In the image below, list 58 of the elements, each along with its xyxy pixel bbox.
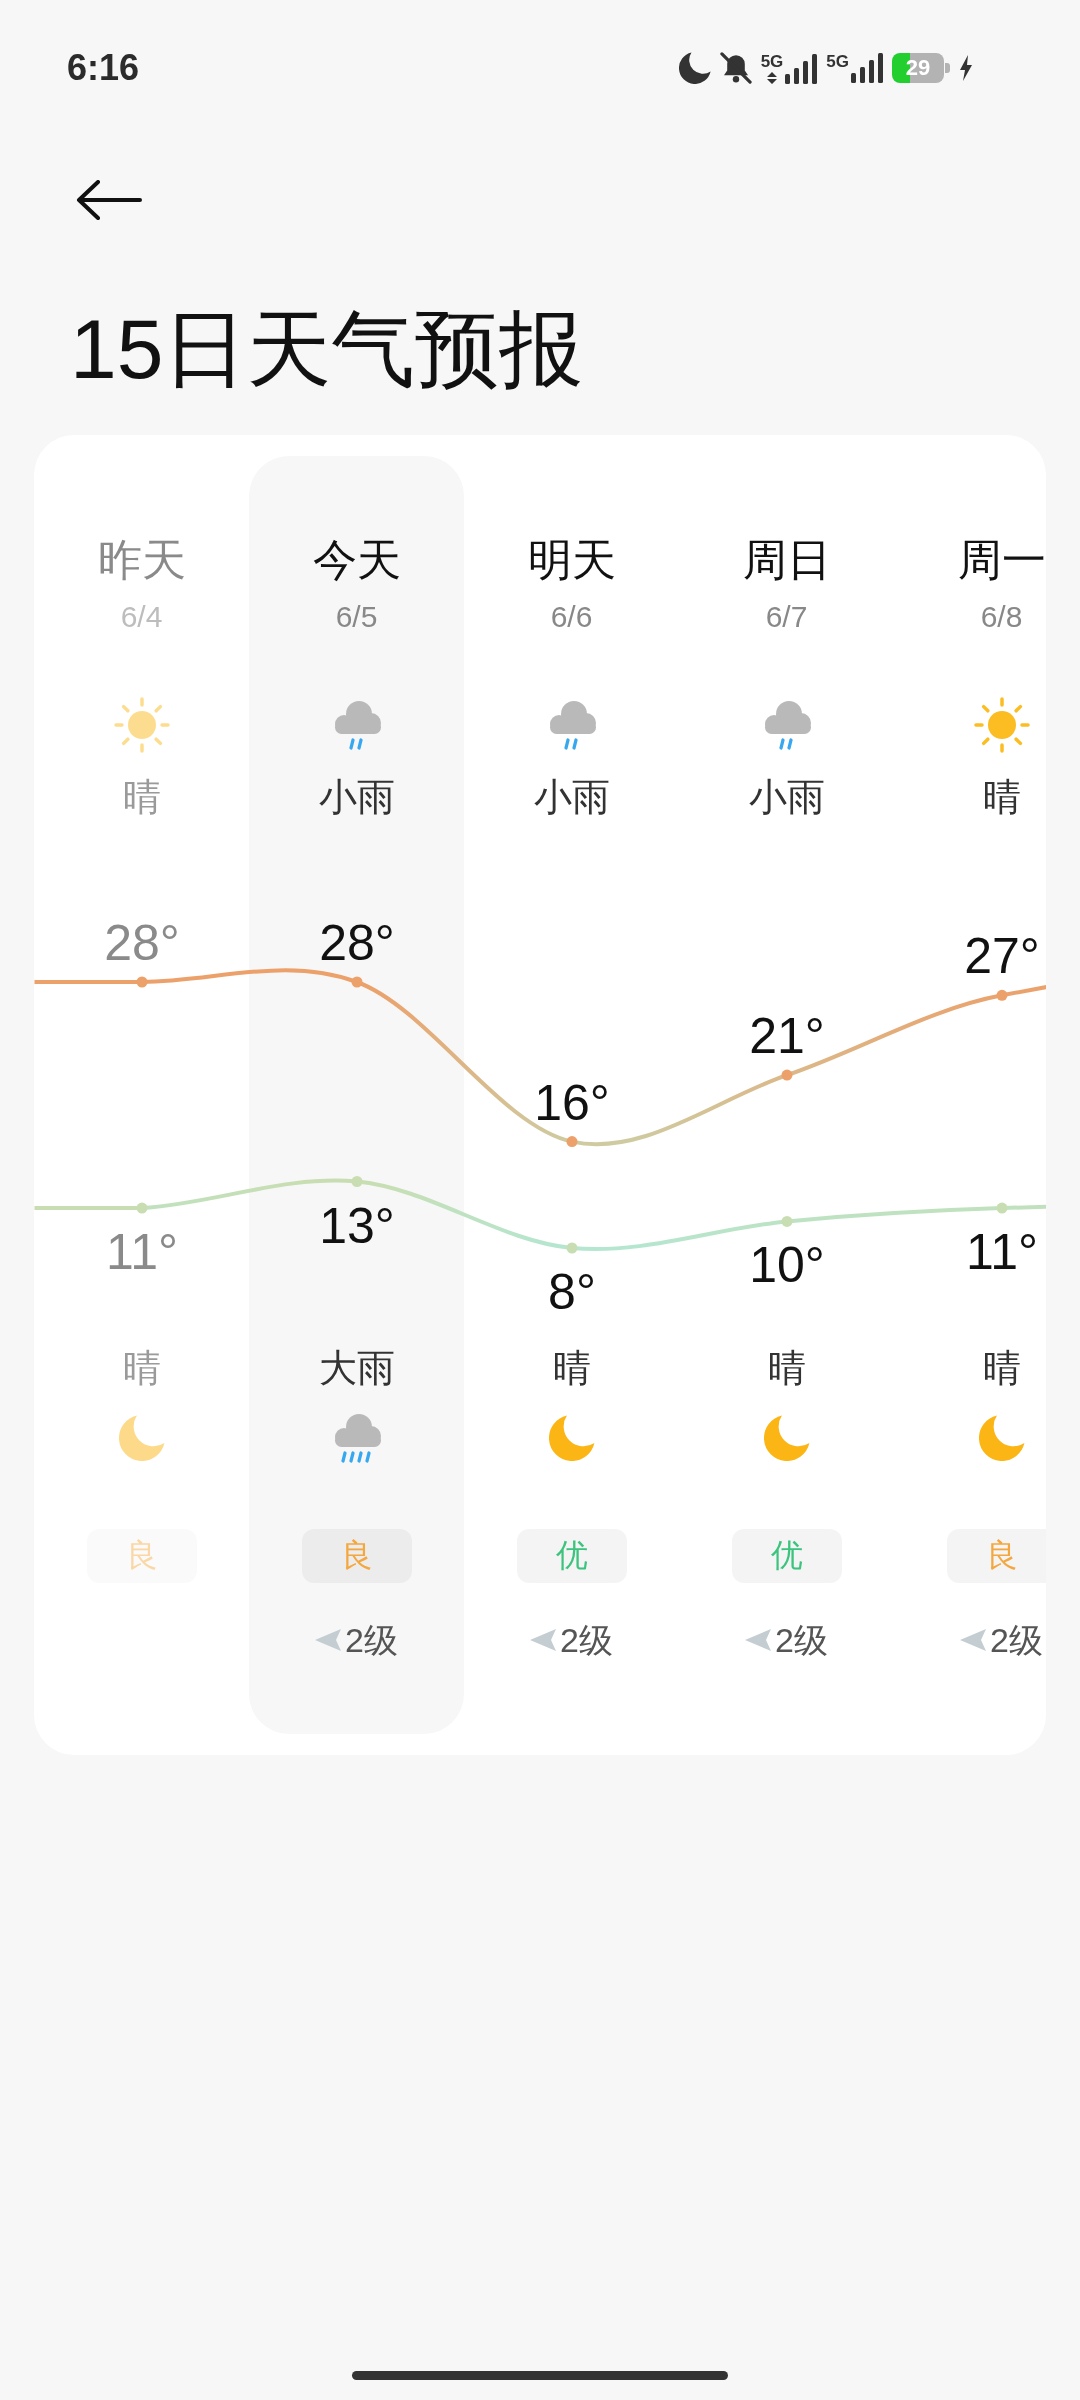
low-temperature-label: 11° (105, 1224, 178, 1281)
high-temperature-label: 21° (748, 1008, 825, 1065)
signal-bars-icon (785, 53, 818, 84)
moon-icon (978, 1415, 1025, 1461)
daytime-weather-text: 小雨 (533, 775, 610, 820)
day-name[interactable]: 周一 (957, 532, 1046, 588)
wind-direction-icon (530, 1629, 557, 1651)
day-date: 6/6 (550, 599, 593, 635)
wind-level: 2级 (345, 1620, 398, 1661)
day-name[interactable]: 明天 (527, 532, 616, 588)
day-date: 6/4 (120, 599, 163, 635)
high-temperature-label: 27° (963, 928, 1040, 985)
night-weather-text: 晴 (767, 1346, 806, 1391)
signal-bars-icon (851, 53, 883, 83)
wind-level: 2级 (775, 1620, 828, 1661)
day-date: 6/7 (765, 599, 808, 635)
wind-level: 2级 (560, 1620, 613, 1661)
day-date: 6/8 (980, 599, 1023, 635)
day-name[interactable]: 周日 (742, 532, 831, 588)
moon-icon (548, 1415, 595, 1461)
low-temperature-label: 13° (318, 1197, 395, 1254)
do-not-disturb-icon (678, 52, 711, 84)
wind-direction-icon (315, 1629, 342, 1651)
back-button[interactable] (76, 180, 142, 220)
wind-direction-icon (745, 1629, 772, 1651)
network-type-label: 5G (760, 52, 784, 71)
daytime-weather-text: 小雨 (748, 775, 825, 820)
day-name[interactable]: 今天 (312, 532, 401, 588)
daytime-weather-text: 晴 (122, 775, 161, 820)
wind-level: 2级 (990, 1620, 1043, 1661)
night-weather-text: 晴 (982, 1346, 1021, 1391)
air-quality-badge: 良 (86, 1529, 197, 1583)
page-title: 15日天气预报 (70, 301, 584, 398)
network-type-label: 5G (826, 53, 849, 71)
high-temperature-label: 16° (533, 1074, 610, 1131)
status-time: 6:16 (67, 47, 140, 89)
back-arrow-icon (76, 180, 142, 220)
night-weather-text: 大雨 (318, 1346, 395, 1391)
daytime-weather-text: 小雨 (318, 775, 395, 820)
moon-icon (118, 1415, 165, 1461)
air-quality-badge: 优 (516, 1529, 627, 1583)
air-quality-badge: 良 (301, 1529, 412, 1583)
low-temperature-label: 10° (748, 1237, 825, 1294)
air-quality-badge: 良 (946, 1529, 1046, 1583)
sun-icon (113, 697, 170, 753)
high-temperature-label: 28° (103, 915, 180, 971)
wind-direction-icon (960, 1629, 987, 1651)
high-temperature-label: 28° (318, 915, 395, 971)
low-temperature-label: 8° (547, 1264, 596, 1320)
daytime-weather-text: 晴 (982, 775, 1021, 820)
night-weather-text: 晴 (122, 1346, 161, 1391)
bell-muted-icon (719, 52, 752, 84)
sun-icon (973, 697, 1030, 753)
moon-icon (763, 1415, 810, 1461)
night-weather-text: 晴 (552, 1346, 591, 1391)
day-date: 6/5 (335, 599, 378, 635)
low-temperature-label: 11° (965, 1224, 1038, 1281)
air-quality-badge: 优 (731, 1529, 842, 1583)
